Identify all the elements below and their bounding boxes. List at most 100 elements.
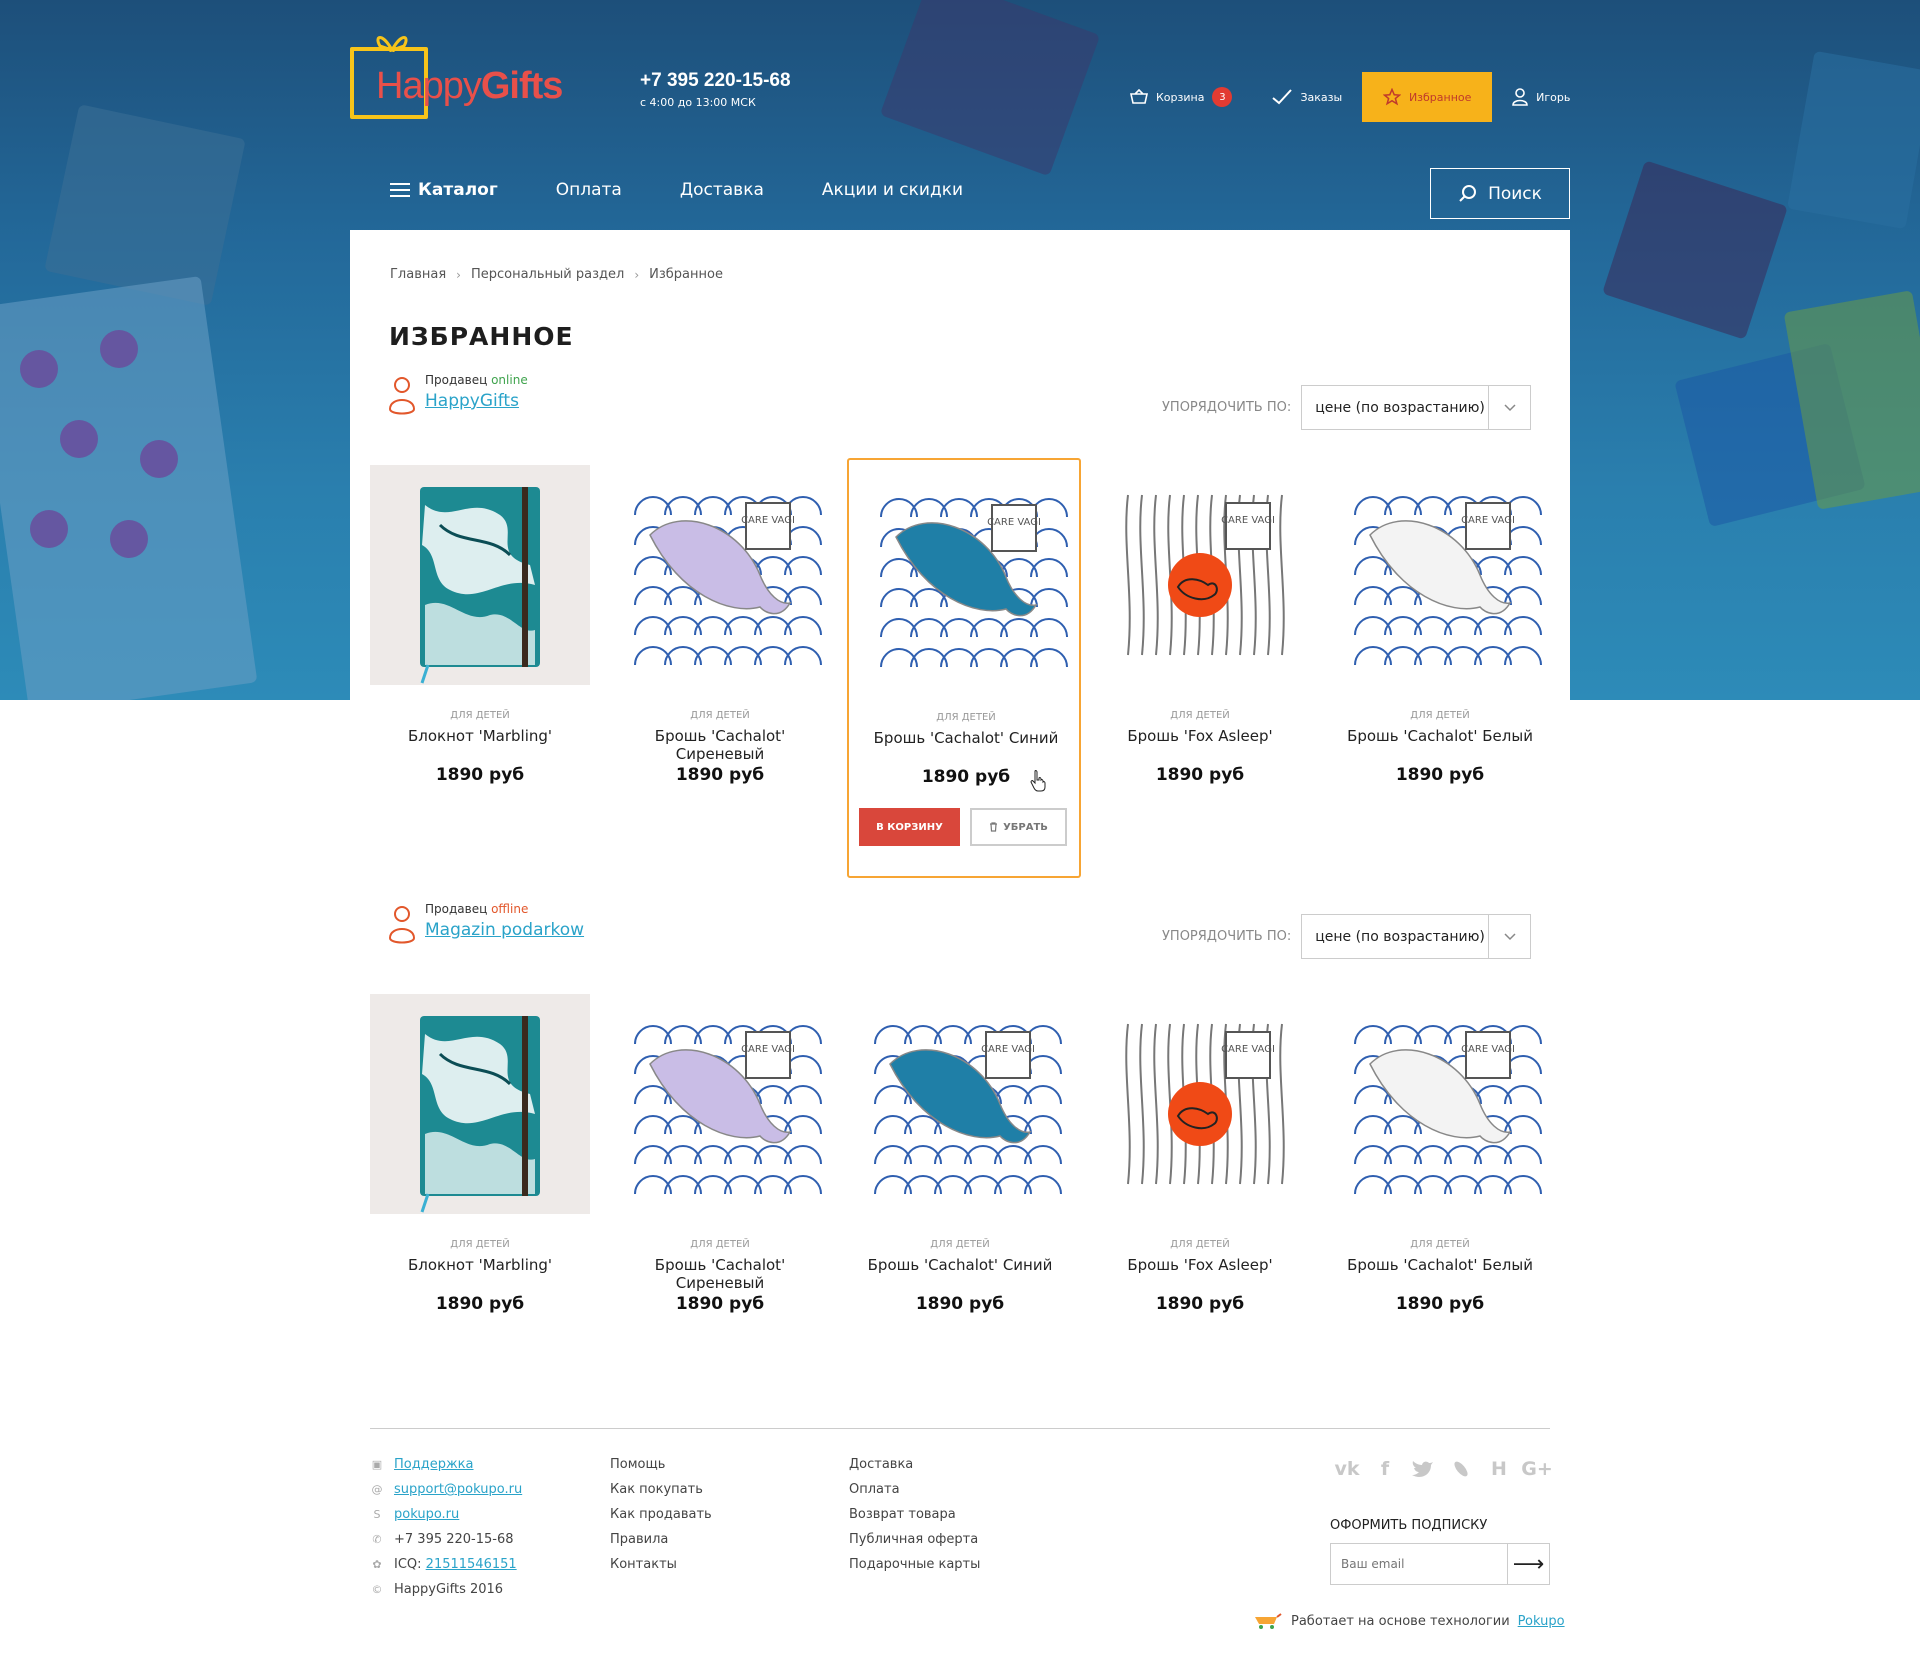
vk-icon[interactable]: vk [1328,1455,1366,1483]
nav-delivery[interactable]: Доставка [680,180,764,200]
sort-select[interactable]: цене (по возрастанию) [1301,914,1532,959]
product-thumbnail[interactable] [370,465,590,685]
product-thumbnail[interactable] [370,994,590,1214]
product-thumbnail[interactable]: CARE VAGI [856,467,1076,687]
product-name[interactable]: Брошь 'Cachalot' Синий [866,729,1066,747]
product-card[interactable]: ДЛЯ ДЕТЕЙ Блокнот 'Marbling' 1890 руб [370,994,590,1364]
footer-link[interactable]: Как покупать [610,1477,712,1502]
phone-number: +7 395 220-15-68 [640,70,791,91]
product-name[interactable]: Брошь 'Cachalot' Синий [860,1256,1060,1274]
phone-icon: ✆ [372,1533,382,1546]
product-card[interactable]: CARE VAGI ДЛЯ ДЕТЕЙ Брошь 'Cachalot' Белый… [1330,994,1550,1364]
pokupo-link[interactable]: Pokupo [1518,1614,1565,1629]
product-card[interactable]: CARE VAGI ДЛЯ ДЕТЕЙ Брошь 'Fox Asleep' 1890… [1090,465,1310,835]
search-icon [1459,184,1477,202]
product-category: ДЛЯ ДЕТЕЙ [690,710,750,721]
product-name[interactable]: Брошь 'Cachalot' Белый [1340,1256,1540,1274]
product-card[interactable]: CARE VAGI ДЛЯ ДЕТЕЙ Брошь 'Cachalot' Синий… [850,994,1070,1364]
product-card[interactable]: CARE VAGI ДЛЯ ДЕТЕЙ Брошь 'Cachalot' Сирен… [610,994,830,1364]
product-category: ДЛЯ ДЕТЕЙ [450,710,510,721]
checkmark-icon [1272,89,1293,105]
product-name[interactable]: Брошь 'Cachalot' Сиреневый [620,1256,820,1292]
cart-link[interactable]: Корзина 3 [1130,87,1233,107]
product-name[interactable]: Блокнот 'Marbling' [380,1256,580,1274]
product-name[interactable]: Блокнот 'Marbling' [380,727,580,745]
logo[interactable]: HappyGifts [350,27,590,127]
product-thumbnail[interactable]: CARE VAGI [1090,994,1310,1214]
product-thumbnail[interactable]: CARE VAGI [1330,465,1550,685]
cart-count-badge: 3 [1212,87,1233,107]
product-card[interactable]: CARE VAGI ДЛЯ ДЕТЕЙ Брошь 'Cachalot' Белый… [1330,465,1550,835]
chevron-down-icon [1488,915,1530,958]
product-price: 1890 руб [435,765,525,785]
footer-link[interactable]: Доставка [849,1452,980,1477]
product-name[interactable]: Брошь 'Fox Asleep' [1100,1256,1300,1274]
nav-promotions[interactable]: Акции и скидки [822,180,963,200]
product-thumbnail[interactable]: CARE VAGI [850,994,1070,1214]
product-card[interactable]: CARE VAGI ДЛЯ ДЕТЕЙ Брошь 'Fox Asleep' 1890… [1090,994,1310,1364]
search-button[interactable]: Поиск [1430,168,1570,219]
breadcrumb-current: Избранное [649,267,723,282]
sort-label: УПОРЯДОЧИТЬ ПО: [1162,929,1292,944]
pokupo-logo-icon [1255,1613,1282,1629]
seller-label: Продавец offline [425,902,529,916]
product-card[interactable]: CARE VAGI ДЛЯ ДЕТЕЙ Брошь 'Cachalot' Сирен… [610,465,830,835]
sort-control: УПОРЯДОЧИТЬ ПО: цене (по возрастанию) [1162,385,1532,430]
chevron-down-icon [1488,386,1530,429]
habr-icon[interactable]: H [1480,1455,1518,1483]
email-link[interactable]: support@pokupo.ru [394,1482,522,1497]
footer-link[interactable]: Возврат товара [849,1502,980,1527]
product-image: CARE VAGI [634,1024,822,1195]
footer-link[interactable]: Как продавать [610,1502,712,1527]
ok-icon[interactable] [1442,1455,1480,1483]
product-name[interactable]: Брошь 'Cachalot' Белый [1340,727,1540,745]
product-image: CARE VAGI [1120,494,1285,656]
support-icon: ▣ [371,1458,383,1471]
twitter-icon[interactable] [1404,1455,1442,1483]
powered-by: Работает на основе технологии Pokupo [1253,1613,1565,1629]
menu-icon [390,183,410,197]
sort-select[interactable]: цене (по возрастанию) [1301,385,1532,430]
breadcrumb-personal[interactable]: Персональный раздел [471,267,624,282]
email-input[interactable] [1331,1544,1507,1584]
skype-link[interactable]: pokupo.ru [394,1507,459,1522]
favorites-link[interactable]: Избранное [1362,72,1493,122]
product-card[interactable]: CARE VAGI ДЛЯ ДЕТЕЙ Брошь 'Cachalot' Синий… [847,458,1081,878]
footer-link[interactable]: Помощь [610,1452,712,1477]
product-category: ДЛЯ ДЕТЕЙ [930,1239,990,1250]
product-card[interactable]: ДЛЯ ДЕТЕЙ Блокнот 'Marbling' 1890 руб [370,465,590,835]
facebook-icon[interactable]: f [1366,1455,1404,1483]
product-thumbnail[interactable]: CARE VAGI [1090,465,1310,685]
google-plus-icon[interactable]: G+ [1518,1455,1556,1483]
user-label: Игорь [1536,90,1571,104]
nav-catalog[interactable]: Каталог [390,180,498,200]
support-link[interactable]: Поддержка [394,1457,474,1472]
seller-icon [388,906,416,944]
orders-link[interactable]: Заказы [1272,89,1342,105]
at-icon: @ [371,1483,383,1496]
remove-favorite-button[interactable]: УБРАТЬ [970,808,1067,846]
product-name[interactable]: Брошь 'Fox Asleep' [1100,727,1300,745]
phone-block: +7 395 220-15-68 с 4:00 до 13:00 МСК [640,70,791,109]
product-thumbnail[interactable]: CARE VAGI [610,994,830,1214]
subscribe-title: ОФОРМИТЬ ПОДПИСКУ [1330,1518,1488,1533]
icq-link[interactable]: 21511546151 [426,1557,517,1572]
product-thumbnail[interactable]: CARE VAGI [1330,994,1550,1214]
nav-payment[interactable]: Оплата [556,180,622,200]
remove-label: УБРАТЬ [1003,821,1048,833]
seller-name-link[interactable]: HappyGifts [425,391,519,411]
product-thumbnail[interactable]: CARE VAGI [610,465,830,685]
breadcrumb-home[interactable]: Главная [390,267,446,282]
footer-link[interactable]: Публичная оферта [849,1527,980,1552]
add-to-cart-button[interactable]: В КОРЗИНУ [859,808,960,846]
user-link[interactable]: Игорь [1512,88,1570,106]
footer-link[interactable]: Правила [610,1527,712,1552]
footer-link[interactable]: Оплата [849,1477,980,1502]
seller-name-link[interactable]: Magazin podarkow [425,920,584,940]
footer-link[interactable]: Контакты [610,1552,712,1577]
main-nav: Каталог Оплата Доставка Акции и скидки [390,170,1021,210]
arrow-right-icon[interactable]: ⟶ [1507,1544,1549,1584]
footer-link[interactable]: Подарочные карты [849,1552,980,1577]
footer-divider [370,1428,1550,1429]
product-name[interactable]: Брошь 'Cachalot' Сиреневый [620,727,820,763]
